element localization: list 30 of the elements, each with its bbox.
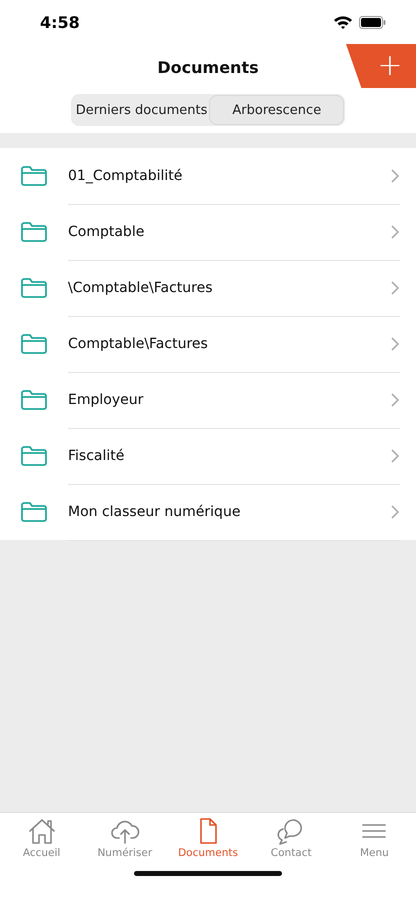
folder-icon xyxy=(20,277,48,299)
folder-icon xyxy=(20,389,48,411)
folder-name[interactable]: Mon classeur numérique xyxy=(68,504,390,520)
wifi-icon xyxy=(333,15,353,29)
chevron-right-icon xyxy=(390,448,400,464)
folder-icon xyxy=(20,333,48,355)
folder-name[interactable]: 01_Comptabilité xyxy=(68,168,390,184)
folder-name[interactable]: Comptable\Factures xyxy=(68,336,390,352)
chevron-right-icon xyxy=(390,504,400,520)
folder-icon xyxy=(20,445,48,467)
folder-name[interactable]: Comptable xyxy=(68,224,390,240)
page-title: Documents xyxy=(157,58,259,76)
chevron-right-icon xyxy=(390,392,400,408)
folder-name[interactable]: Employeur xyxy=(68,392,390,408)
folder-icon xyxy=(20,221,48,243)
home-icon xyxy=(26,817,57,845)
segment-tab[interactable]: Derniers documents xyxy=(72,96,210,124)
folder-name[interactable]: \Comptable\Factures xyxy=(68,280,390,296)
chevron-right-icon xyxy=(390,168,400,184)
folder-icon xyxy=(20,501,48,523)
folder-icon xyxy=(20,165,48,187)
add-button[interactable]: + xyxy=(346,44,416,88)
tab-bar-item[interactable]: Documents xyxy=(166,813,250,868)
chevron-right-icon xyxy=(390,280,400,296)
battery-icon xyxy=(359,16,386,28)
chevron-right-icon xyxy=(390,224,400,240)
segment-tab[interactable]: Arborescence xyxy=(210,96,344,124)
status-time: 4:58 xyxy=(40,12,80,32)
folder-name[interactable]: Fiscalité xyxy=(68,448,390,464)
chevron-right-icon xyxy=(390,336,400,352)
